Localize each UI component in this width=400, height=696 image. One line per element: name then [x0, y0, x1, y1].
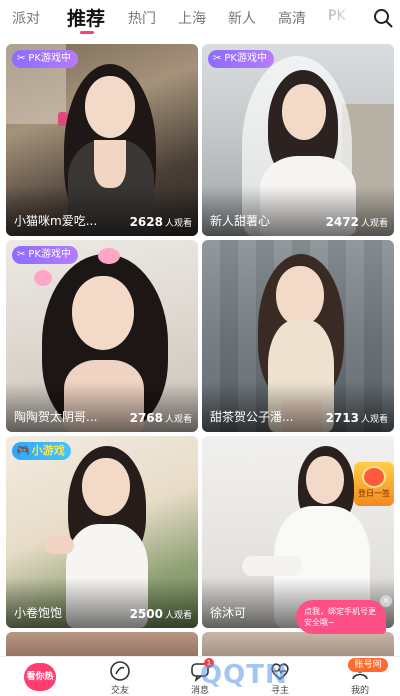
viewer-number: 2713 [325, 411, 359, 425]
streamer-name: 甜茶贺公子潘... [210, 410, 294, 424]
viewer-count: 2472 人观看 [326, 215, 388, 229]
live-room-card[interactable] [6, 632, 198, 656]
streamer-name: 陶陶贺太阴哥... [14, 410, 98, 424]
disc-icon [110, 661, 130, 681]
pk-badge-label: PK游戏中 [28, 249, 71, 260]
live-room-feed: ✂ PK游戏中 小猫咪m爱吃... 2628 人观看 ✂ PK游戏中 新人甜薯心 24… [0, 40, 400, 656]
viewer-count: 2500 人观看 [130, 607, 192, 621]
nav-mine-label: 我的 [350, 686, 369, 696]
viewer-unit: 人观看 [164, 415, 192, 425]
live-room-card[interactable]: ✂ PK游戏中 小猫咪m爱吃... 2628 人观看 [6, 44, 198, 236]
nav-home[interactable]: 看你热 [10, 657, 70, 696]
tab-recommend[interactable]: 推荐 [67, 4, 105, 31]
pk-badge: ✂ PK游戏中 [12, 246, 78, 264]
viewer-count: 2713 人观看 [326, 411, 388, 425]
tab-shanghai[interactable]: 上海 [178, 8, 206, 28]
wrench-icon: ✂ [17, 249, 26, 260]
pk-badge-label: PK游戏中 [28, 53, 71, 64]
mini-game-badge-label: 小游戏 [31, 444, 65, 457]
live-room-card[interactable]: ✂ PK游戏中 新人甜薯心 2472 人观看 [202, 44, 394, 236]
viewer-count: 2768 人观看 [130, 411, 192, 425]
tab-hd[interactable]: 高清 [278, 8, 306, 28]
bind-phone-tooltip[interactable]: 点我，绑定手机号更安全哦~ [296, 600, 386, 634]
live-room-card[interactable] [202, 632, 394, 656]
daily-checkin-badge[interactable]: 登日一签 [354, 462, 394, 506]
checkin-label: 登日一签 [358, 489, 390, 498]
tab-party[interactable]: 派对 [12, 8, 40, 28]
wrench-icon: ✂ [213, 53, 222, 64]
viewer-unit: 人观看 [164, 611, 192, 621]
checkin-icon [362, 466, 386, 488]
watermark-logo: QQTN [200, 660, 288, 690]
live-room-card[interactable]: 甜茶贺公子潘... 2713 人观看 [202, 240, 394, 432]
mini-game-badge: 🎮 小游戏 [12, 442, 71, 460]
viewer-number: 2768 [129, 411, 163, 425]
tab-newcomer[interactable]: 新人 [228, 8, 256, 28]
viewer-count: 2628 人观看 [130, 215, 192, 229]
viewer-number: 2500 [129, 607, 163, 621]
gamepad-icon: 🎮 [16, 444, 30, 457]
streamer-name: 小卷饱饱 [14, 606, 63, 620]
streamer-name: 小猫咪m爱吃... [14, 214, 98, 228]
pk-badge: ✂ PK游戏中 [208, 50, 274, 68]
viewer-unit: 人观看 [360, 415, 388, 425]
viewer-number: 2472 [325, 215, 359, 229]
viewer-unit: 人观看 [360, 219, 388, 229]
pk-badge-label: PK游戏中 [224, 53, 267, 64]
streamer-name: 徐沐可 [210, 606, 247, 620]
close-icon[interactable]: × [380, 595, 392, 607]
viewer-number: 2628 [129, 215, 163, 229]
live-room-card[interactable]: 🎮 小游戏 小卷饱饱 2500 人观看 [6, 436, 198, 628]
active-tab-indicator [80, 31, 94, 34]
pk-badge: ✂ PK游戏中 [12, 50, 78, 68]
streamer-name: 新人甜薯心 [210, 214, 271, 228]
home-button[interactable]: 看你热 [24, 663, 56, 691]
wrench-icon: ✂ [17, 53, 26, 64]
tab-hot[interactable]: 热门 [128, 8, 156, 28]
live-room-card[interactable]: ✂ PK游戏中 陶陶贺太阴哥... 2768 人观看 [6, 240, 198, 432]
mine-tag-badge: 账号网 [348, 658, 388, 672]
nav-friends-label: 交友 [110, 686, 129, 696]
viewer-unit: 人观看 [164, 219, 192, 229]
search-icon[interactable] [372, 7, 394, 29]
nav-friends[interactable]: 交友 [90, 657, 150, 696]
top-tab-bar: 派对 推荐 热门 上海 新人 高清 PK [0, 0, 400, 40]
tab-overflow-fade [310, 0, 360, 36]
